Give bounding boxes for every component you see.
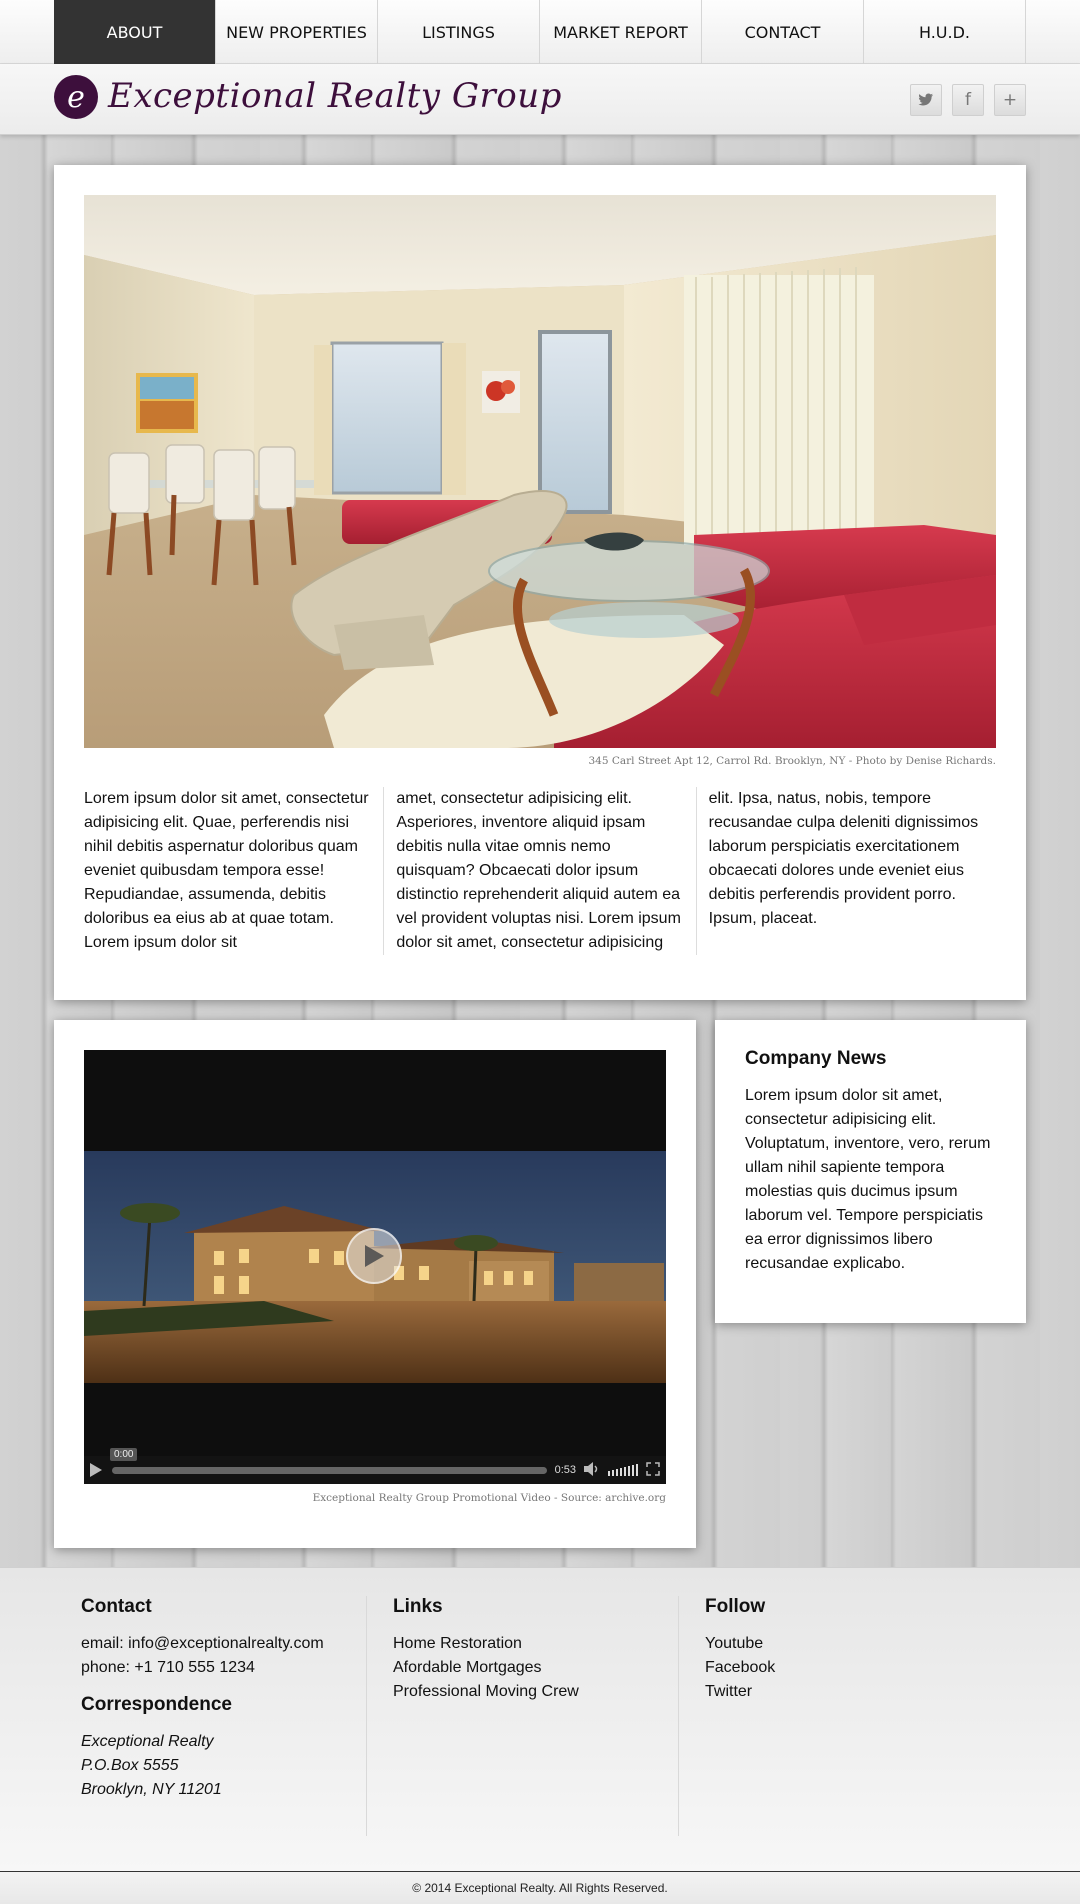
video-controls: 0:00 0:53 xyxy=(84,1447,666,1484)
current-time: 0:00 xyxy=(110,1447,138,1461)
follow-twitter[interactable]: Twitter xyxy=(705,1680,968,1704)
nav-item-market-report[interactable]: MARKET REPORT xyxy=(540,0,702,64)
volume-icon[interactable] xyxy=(584,1461,600,1479)
volume-slider[interactable] xyxy=(608,1464,638,1476)
hero-panel: 345 Carl Street Apt 12, Carrol Rd. Brook… xyxy=(54,165,1026,1000)
video-player[interactable]: 0:00 0:53 xyxy=(84,1050,666,1484)
site-footer: Contact email: info@exceptionalrealty.co… xyxy=(0,1567,1080,1871)
text-column-1: Lorem ipsum dolor sit amet, consectetur … xyxy=(84,787,385,955)
contact-email[interactable]: email: info@exceptionalrealty.com xyxy=(81,1632,344,1656)
text-column-3: elit. Ipsa, natus, nobis, tempore recusa… xyxy=(708,790,979,927)
correspondence-heading: Correspondence xyxy=(81,1694,232,1715)
text-column-2: amet, consectetur adipisicing elit. Aspe… xyxy=(384,787,697,955)
control-play-icon[interactable] xyxy=(90,1463,104,1477)
fullscreen-icon[interactable] xyxy=(646,1461,660,1479)
contact-heading: Contact xyxy=(81,1596,152,1617)
logo-icon[interactable]: e xyxy=(54,75,98,119)
company-news-panel: Company News Lorem ipsum dolor sit amet,… xyxy=(715,1020,1026,1323)
hero-text-columns: Lorem ipsum dolor sit amet, consectetur … xyxy=(84,787,996,955)
social-links: f + xyxy=(910,84,1026,116)
follow-youtube[interactable]: Youtube xyxy=(705,1632,968,1656)
video-play-icon[interactable] xyxy=(346,1228,402,1284)
facebook-icon[interactable]: f xyxy=(952,84,984,116)
copyright-bar: © 2014 Exceptional Realty. All Rights Re… xyxy=(0,1871,1080,1904)
links-heading: Links xyxy=(393,1596,443,1617)
link-home-restoration[interactable]: Home Restoration xyxy=(393,1632,656,1656)
video-progress-bar[interactable]: 0:00 xyxy=(110,1447,547,1474)
news-title: Company News xyxy=(745,1048,887,1069)
footer-contact-column: Contact email: info@exceptionalrealty.co… xyxy=(54,1596,344,1836)
logo-text[interactable]: Exceptional Realty Group xyxy=(108,74,562,118)
nav-menu: ABOUT NEW PROPERTIES LISTINGS MARKET REP… xyxy=(54,0,1026,64)
link-moving-crew[interactable]: Professional Moving Crew xyxy=(393,1680,656,1704)
contact-phone: phone: +1 710 555 1234 xyxy=(81,1659,255,1676)
photo-caption: 345 Carl Street Apt 12, Carrol Rd. Brook… xyxy=(588,755,996,767)
nav-item-new-properties[interactable]: NEW PROPERTIES xyxy=(216,0,378,64)
video-panel: 0:00 0:53 Exceptional Realty Group Promo… xyxy=(54,1020,696,1548)
address-line: Exceptional Realty xyxy=(81,1733,214,1750)
nav-item-about[interactable]: ABOUT xyxy=(54,0,216,64)
follow-facebook[interactable]: Facebook xyxy=(705,1656,968,1680)
main-nav: ABOUT NEW PROPERTIES LISTINGS MARKET REP… xyxy=(0,0,1080,64)
follow-heading: Follow xyxy=(705,1596,766,1617)
news-body: Lorem ipsum dolor sit amet, consectetur … xyxy=(745,1087,991,1272)
video-caption: Exceptional Realty Group Promotional Vid… xyxy=(312,1492,666,1504)
nav-item-contact[interactable]: CONTACT xyxy=(702,0,864,64)
link-affordable-mortgages[interactable]: Afordable Mortgages xyxy=(393,1656,656,1680)
google-plus-icon[interactable]: + xyxy=(994,84,1026,116)
footer-follow-column: Follow Youtube Facebook Twitter xyxy=(678,1596,968,1836)
address-line: Brooklyn, NY 11201 xyxy=(81,1781,222,1798)
nav-item-hud[interactable]: H.U.D. xyxy=(864,0,1026,64)
living-room-photo xyxy=(84,195,996,748)
twitter-icon[interactable] xyxy=(910,84,942,116)
nav-item-listings[interactable]: LISTINGS xyxy=(378,0,540,64)
video-duration: 0:53 xyxy=(554,1464,576,1476)
site-header: e Exceptional Realty Group f + xyxy=(0,64,1080,135)
footer-links-column: Links Home Restoration Afordable Mortgag… xyxy=(366,1596,656,1836)
address-line: P.O.Box 5555 xyxy=(81,1757,179,1774)
